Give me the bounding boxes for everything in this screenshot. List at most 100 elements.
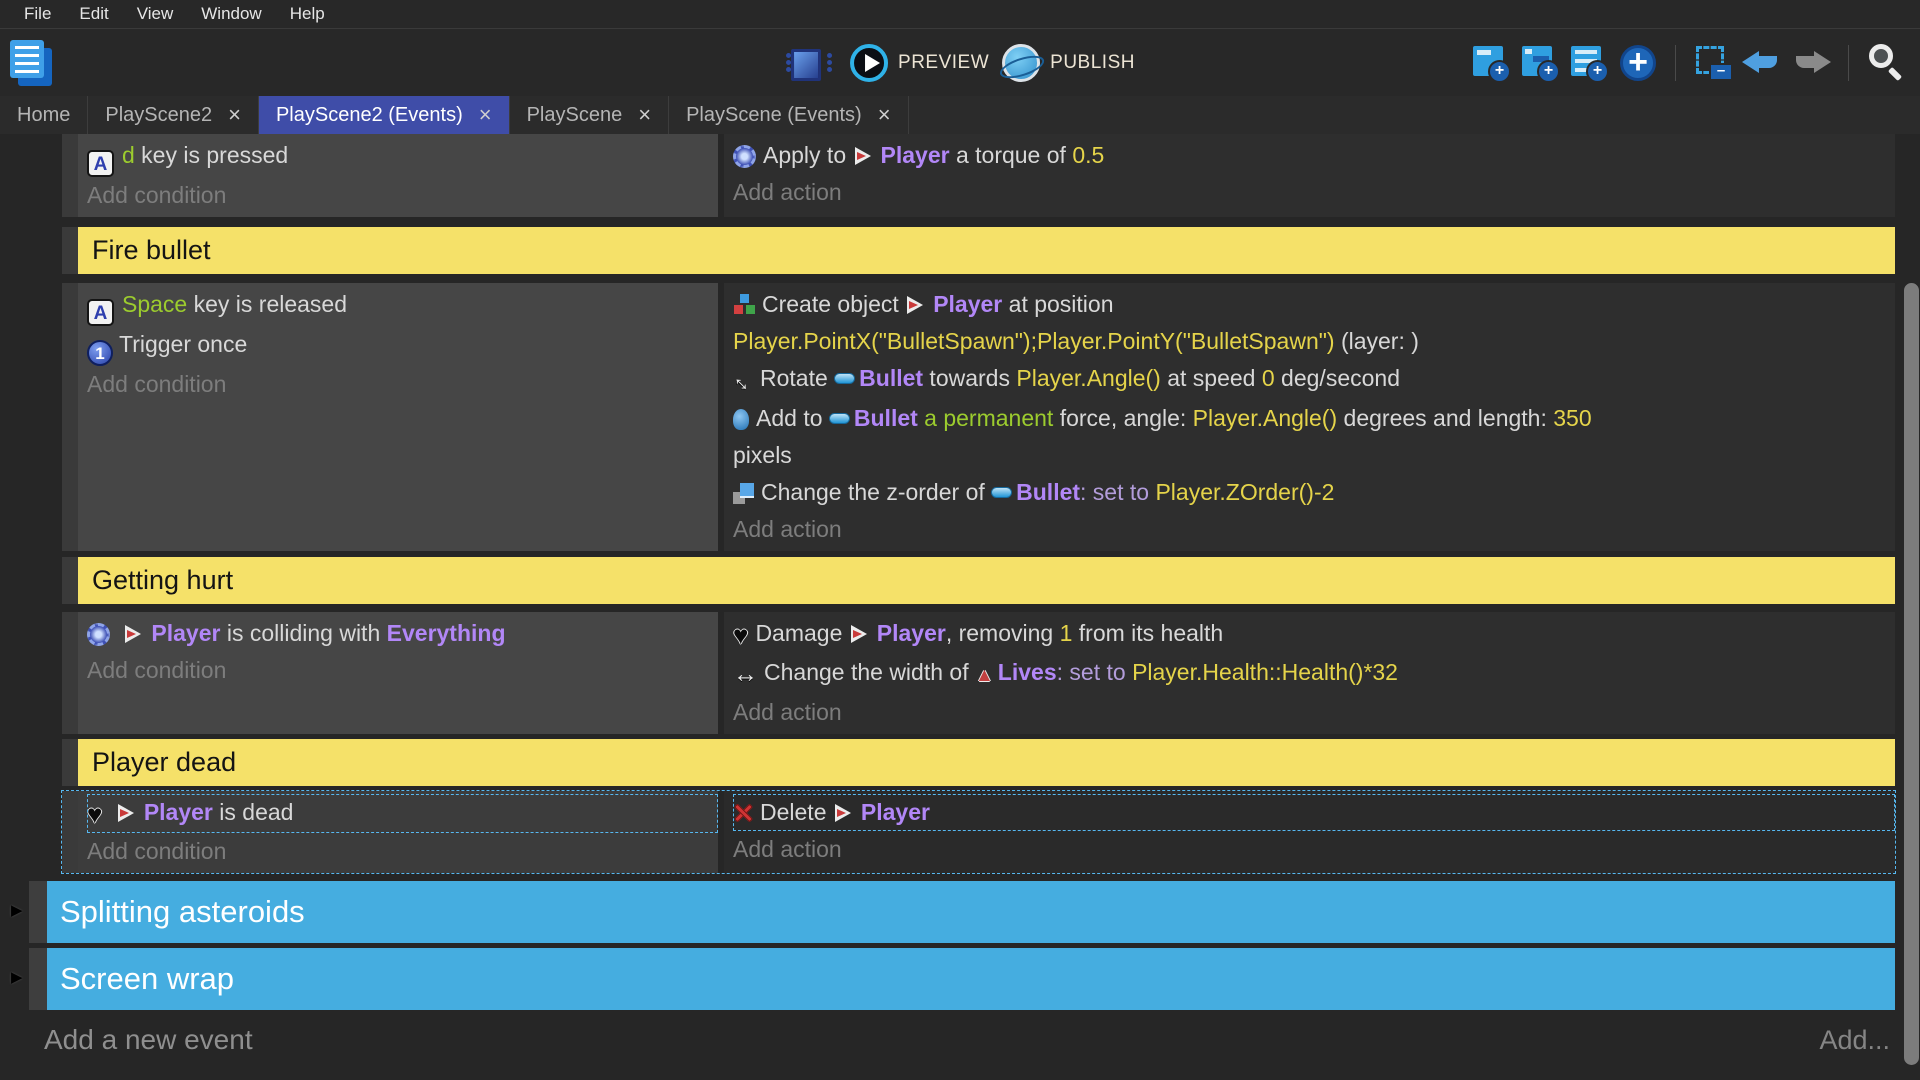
event-gutter xyxy=(62,612,78,734)
condition-line[interactable]: 1Trigger once xyxy=(87,326,718,366)
conditions-cell: Player is colliding with EverythingAdd c… xyxy=(78,612,718,734)
condition-line[interactable]: ♥ Player is dead xyxy=(87,794,718,833)
menu-file[interactable]: File xyxy=(10,4,65,24)
event-gutter xyxy=(62,739,78,786)
collapse-arrow-icon[interactable]: ▶ xyxy=(11,948,29,1010)
gdevelop-logo-icon[interactable] xyxy=(10,40,52,86)
comment-bar[interactable]: Player dead xyxy=(78,739,1895,786)
action-line[interactable]: Delete Player xyxy=(733,794,1895,831)
add-new-event-button[interactable]: Add a new event xyxy=(44,1024,253,1056)
close-icon[interactable]: × xyxy=(479,104,492,126)
text-segment: , removing xyxy=(946,620,1060,646)
text-segment: force, angle: xyxy=(1060,405,1193,431)
text-segment: d xyxy=(122,142,135,168)
event-row[interactable]: Player is colliding with EverythingAdd c… xyxy=(62,612,1895,734)
toolbar-center: PREVIEW PUBLISH xyxy=(785,29,1135,96)
add-something-icon[interactable] xyxy=(1618,43,1658,83)
add-event-icon[interactable] xyxy=(1471,43,1511,83)
tab-label: PlayScene xyxy=(527,104,623,127)
add-action-button[interactable]: Add action xyxy=(733,174,1895,211)
text-segment: Bullet xyxy=(859,365,923,391)
menu-window[interactable]: Window xyxy=(187,4,275,24)
add-condition-button[interactable]: Add condition xyxy=(87,177,718,214)
text-segment: Player xyxy=(144,799,213,825)
action-lines: Delete Player xyxy=(733,794,1895,831)
text-segment: key is released xyxy=(187,291,347,317)
tab-playscene2[interactable]: PlayScene2× xyxy=(88,96,259,134)
search-icon[interactable] xyxy=(1866,43,1906,83)
action-line[interactable]: ♥Damage Player, removing 1 from its heal… xyxy=(733,615,1895,654)
event-row[interactable]: Ad key is pressedAdd condition Apply to P… xyxy=(62,134,1895,217)
action-line[interactable]: Add to Bullet a permanent force, angle: … xyxy=(733,400,1895,474)
events-sheet: Ad key is pressedAdd conditionApply to P… xyxy=(0,134,1920,1010)
text-segment: Change the z-order of xyxy=(761,479,991,505)
group-bar[interactable]: Splitting asteroids xyxy=(47,881,1895,943)
vertical-scrollbar[interactable] xyxy=(1904,283,1919,1065)
tab-playscene-events[interactable]: PlayScene (Events)× xyxy=(669,96,909,134)
condition-line[interactable]: Ad key is pressed xyxy=(87,137,718,177)
publish-button[interactable]: PUBLISH xyxy=(1002,44,1135,82)
create-object-icon xyxy=(733,294,756,316)
text-segment: Apply to xyxy=(763,142,853,168)
close-icon[interactable]: × xyxy=(878,104,891,126)
tab-label: PlayScene2 (Events) xyxy=(276,104,463,127)
tab-home[interactable]: Home xyxy=(0,96,88,134)
menu-help[interactable]: Help xyxy=(276,4,339,24)
text-segment: Lives xyxy=(998,659,1057,685)
action-line[interactable]: Change the z-order of Bullet: set to Pla… xyxy=(733,474,1895,511)
add-subevent-icon[interactable] xyxy=(1520,43,1560,83)
width-icon: ↔ xyxy=(733,656,758,693)
add-action-button[interactable]: Add action xyxy=(733,511,1895,548)
preview-button[interactable]: PREVIEW xyxy=(850,44,989,82)
text-segment: Add to xyxy=(756,405,829,431)
force-icon xyxy=(733,409,749,430)
tab-playscene2-events[interactable]: PlayScene2 (Events) × xyxy=(259,96,510,134)
group-gutter xyxy=(29,948,47,1010)
add-comment-icon[interactable] xyxy=(1569,43,1609,83)
tab-playscene[interactable]: PlayScene × xyxy=(510,96,669,134)
menu-view[interactable]: View xyxy=(123,4,188,24)
action-line[interactable]: Create object Player at positionPlayer.P… xyxy=(733,286,1895,360)
comment-bar[interactable]: Fire bullet xyxy=(78,227,1895,274)
event-row[interactable]: ♥ Player is deadAdd condition Delete Play… xyxy=(62,791,1895,873)
collapse-arrow-icon[interactable]: ▶ xyxy=(11,881,29,943)
undo-icon[interactable] xyxy=(1742,43,1782,83)
text-segment: : set to xyxy=(1057,659,1132,685)
events-footer: Add a new event Add... xyxy=(0,1010,1920,1056)
action-lines: Apply to Player a torque of 0.5 xyxy=(733,137,1895,174)
bullet-icon xyxy=(834,373,855,384)
text-segment: Bullet xyxy=(854,405,918,431)
add-condition-button[interactable]: Add condition xyxy=(87,366,718,403)
debug-icon[interactable] xyxy=(785,44,823,82)
redo-icon[interactable] xyxy=(1791,43,1831,83)
event-row[interactable]: ASpace key is released1Trigger onceAdd c… xyxy=(62,283,1895,551)
text-segment: Create object xyxy=(762,291,905,317)
player-ship-icon xyxy=(123,624,145,644)
comment-bar[interactable]: Getting hurt xyxy=(78,557,1895,604)
text-segment: towards xyxy=(923,365,1016,391)
text-segment: (layer: ) xyxy=(1335,328,1419,354)
conditions-cell: ♥ Player is deadAdd condition xyxy=(78,791,718,873)
trigger-once-icon: 1 xyxy=(87,340,113,366)
close-icon[interactable]: × xyxy=(228,104,241,126)
action-line[interactable]: ↔Rotate Bullet towards Player.Angle() at… xyxy=(733,360,1895,400)
group-bar[interactable]: Screen wrap xyxy=(47,948,1895,1010)
condition-line[interactable]: Player is colliding with Everything xyxy=(87,615,718,652)
select-events-icon[interactable] xyxy=(1693,43,1733,83)
menu-edit[interactable]: Edit xyxy=(65,4,122,24)
action-line[interactable]: Apply to Player a torque of 0.5 xyxy=(733,137,1895,174)
tab-bar: HomePlayScene2×PlayScene2 (Events)×PlayS… xyxy=(0,96,1920,134)
add-condition-button[interactable]: Add condition xyxy=(87,833,718,870)
text-segment: Player xyxy=(881,142,950,168)
action-line[interactable]: ↔Change the width of ▲Lives: set to Play… xyxy=(733,654,1895,694)
text-segment: Player.PointX("BulletSpawn");Player.Poin… xyxy=(733,328,1335,354)
add-action-button[interactable]: Add action xyxy=(733,694,1895,731)
condition-lines: ASpace key is released1Trigger once xyxy=(87,286,718,366)
group-gutter xyxy=(29,881,47,943)
add-more-button[interactable]: Add... xyxy=(1819,1025,1890,1056)
add-condition-button[interactable]: Add condition xyxy=(87,652,718,689)
text-segment: pixels xyxy=(733,442,792,468)
condition-line[interactable]: ASpace key is released xyxy=(87,286,718,326)
close-icon[interactable]: × xyxy=(638,104,651,126)
add-action-button[interactable]: Add action xyxy=(733,831,1895,868)
